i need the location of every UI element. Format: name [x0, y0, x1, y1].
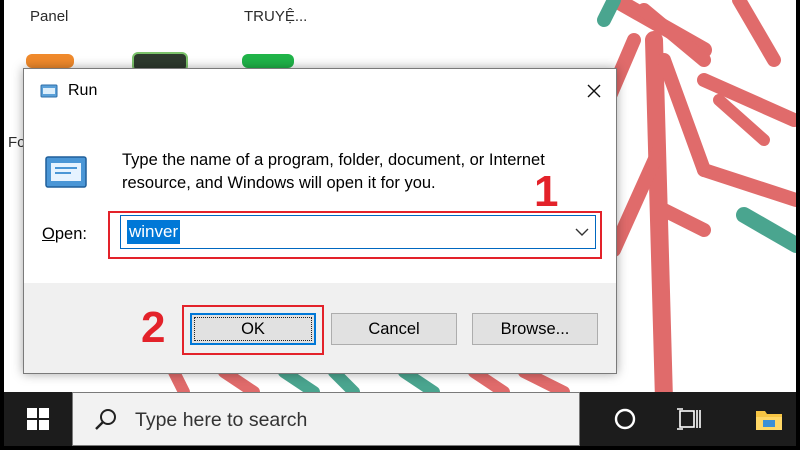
screenshot-frame: Panel TRUYỆ... Fo Run Type the name of a… — [4, 0, 796, 446]
dialog-description: Type the name of a program, folder, docu… — [122, 151, 545, 192]
file-explorer-button[interactable] — [742, 392, 796, 446]
taskbar: Type here to search — [4, 392, 796, 446]
taskbar-search-box[interactable]: Type here to search — [72, 392, 580, 446]
desktop-app-icon-green[interactable] — [242, 54, 294, 68]
dialog-title: Run — [68, 82, 98, 99]
windows-logo-icon — [27, 408, 49, 430]
desktop-label-panel[interactable]: Panel — [30, 8, 68, 25]
close-button[interactable] — [572, 69, 616, 113]
highlight-box-step1 — [108, 211, 602, 259]
run-program-icon — [45, 156, 87, 188]
cancel-button[interactable]: Cancel — [331, 313, 457, 345]
desktop-app-icon-orange[interactable] — [26, 54, 74, 68]
cortana-button[interactable] — [600, 392, 650, 446]
browse-button[interactable]: Browse... — [472, 313, 598, 345]
desktop-label-truyen[interactable]: TRUYỆ... — [244, 8, 307, 25]
title-bar[interactable]: Run — [24, 69, 616, 113]
search-placeholder: Type here to search — [135, 409, 308, 431]
step-number-1: 1 — [534, 167, 559, 216]
open-label: Open: — [42, 225, 87, 244]
task-view-icon — [677, 408, 701, 430]
open-label-text: pen: — [54, 225, 87, 243]
dialog-content: Type the name of a program, folder, docu… — [24, 113, 616, 283]
cortana-circle-icon — [614, 408, 636, 430]
start-button[interactable] — [4, 392, 72, 446]
task-view-button[interactable] — [664, 392, 714, 446]
run-icon — [40, 84, 58, 98]
ok-button[interactable]: OK — [190, 313, 316, 345]
step-number-2: 2 — [141, 303, 166, 352]
close-icon — [587, 84, 601, 98]
file-explorer-icon — [756, 411, 782, 430]
search-icon — [95, 409, 116, 430]
run-dialog: Run Type the name of a program, folder, … — [23, 68, 617, 374]
open-label-access-key: O — [42, 225, 55, 243]
